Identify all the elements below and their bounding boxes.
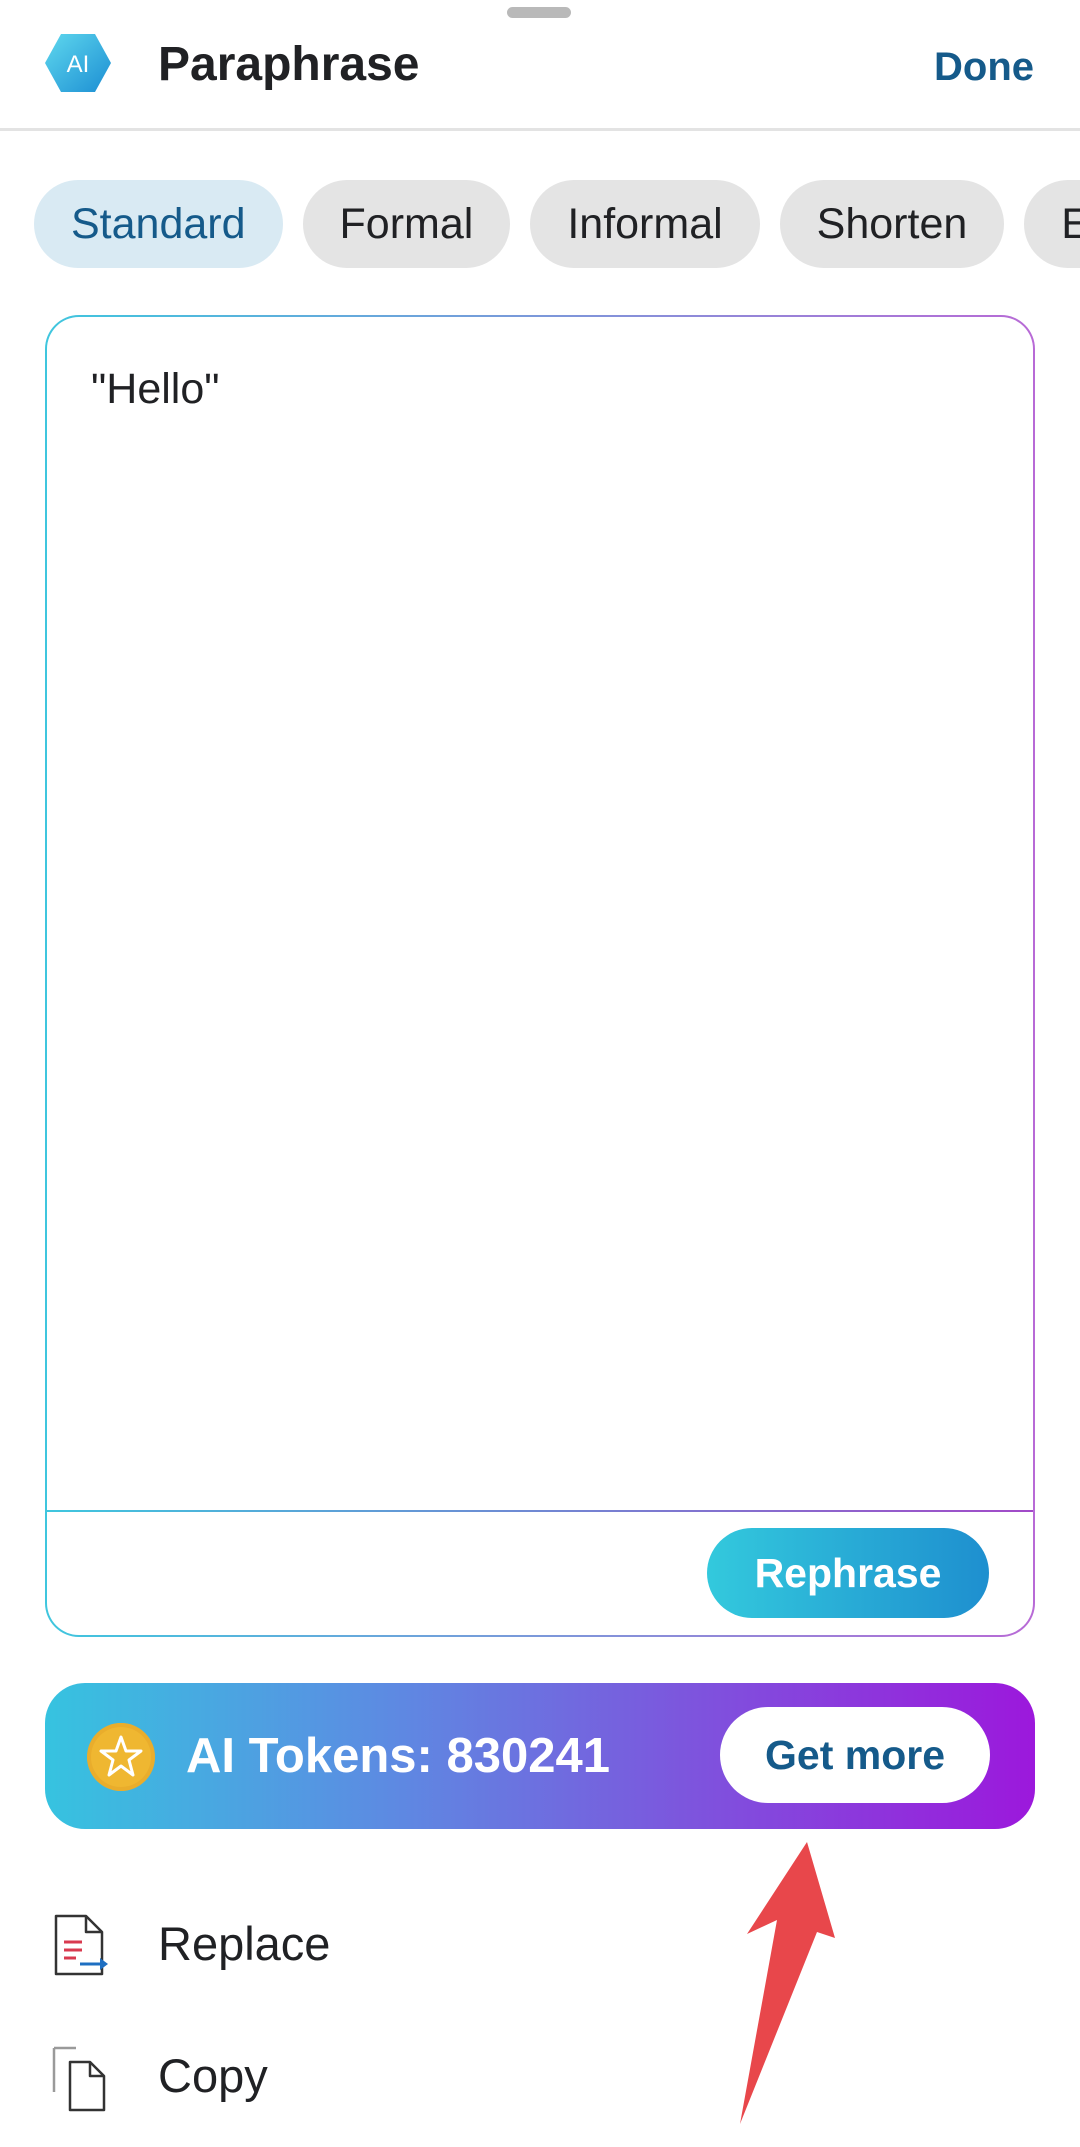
copy-icon [52,2046,106,2112]
ai-logo-icon: AI [45,34,111,92]
page-title: Paraphrase [158,38,420,91]
mode-tabs: StandardFormalInformalShorten Expand [34,180,1080,268]
done-button[interactable]: Done [934,40,1034,94]
header: AI Paraphrase Done [0,0,1080,131]
paraphrase-editor[interactable]: "Hello" Rephrase [45,315,1035,1637]
replace-icon [54,1914,108,1976]
get-more-button[interactable]: Get more [720,1707,990,1803]
ai-tokens-banner: AI Tokens: 830241 Get more [45,1683,1035,1829]
replace-action[interactable]: Replace [0,1880,1080,2010]
replace-label: Replace [158,1917,331,1970]
logo-text: AI [67,51,90,78]
tab-informal[interactable]: Informal [530,180,760,268]
copy-label: Copy [158,2049,268,2102]
tab-formal[interactable]: Formal [302,180,511,268]
rephrase-button[interactable]: Rephrase [707,1528,989,1618]
editor-text[interactable]: "Hello" [91,365,220,414]
annotation-arrow-icon [740,1842,835,2124]
tab-shorten[interactable]: Shorten [779,180,1005,268]
copy-action[interactable]: Copy [0,2012,1080,2142]
star-coin-icon [87,1723,155,1791]
tab-standard[interactable]: Standard [34,180,283,268]
tab-expand[interactable]: Expand [1024,180,1080,268]
editor-divider [47,1510,1033,1512]
ai-tokens-count: AI Tokens: 830241 [186,1729,610,1783]
